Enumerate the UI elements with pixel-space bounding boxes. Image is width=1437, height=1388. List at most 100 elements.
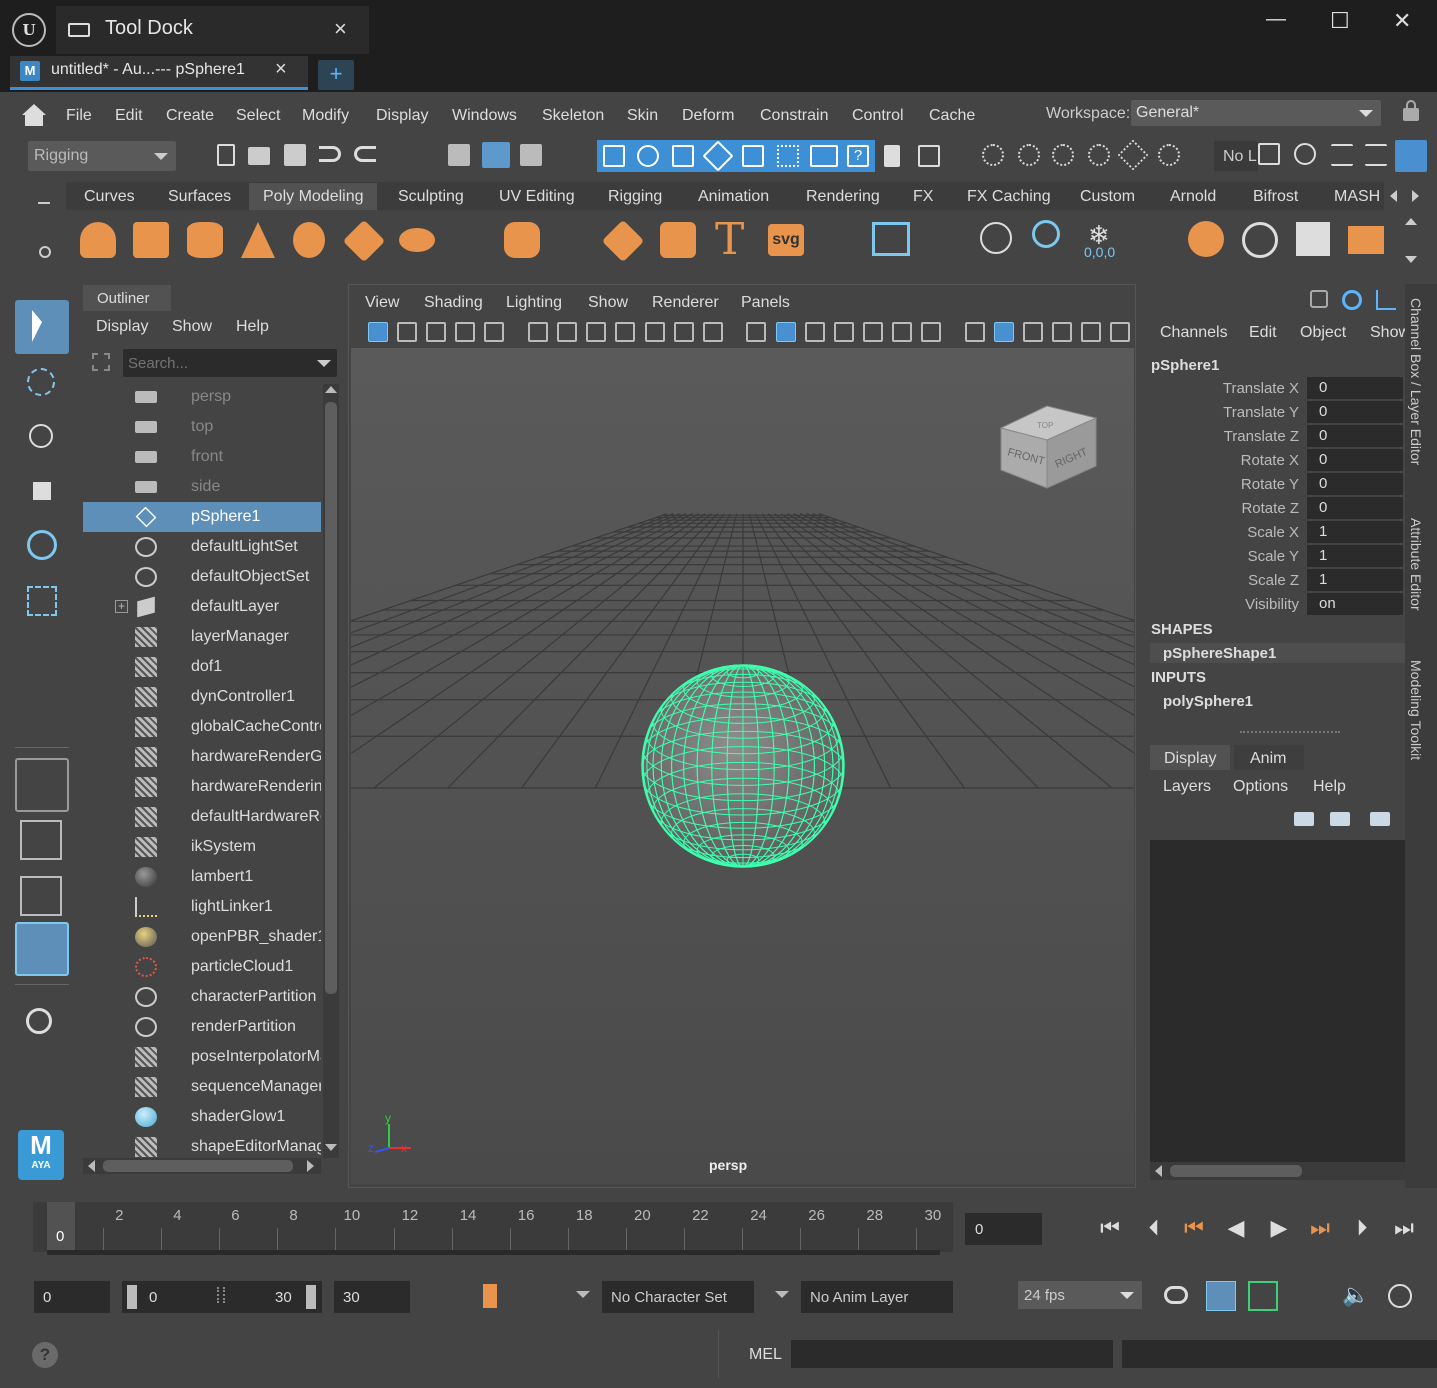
layer-menu-layers[interactable]: Layers	[1163, 778, 1211, 796]
shape-row[interactable]: pSphereShape1	[1150, 643, 1405, 663]
viewport-menu-view[interactable]: View	[365, 294, 399, 312]
snap-vertex-icon[interactable]	[777, 145, 799, 167]
image-plane-icon[interactable]	[455, 322, 475, 342]
fps-dropdown[interactable]: 24 fps	[1018, 1281, 1142, 1309]
timer-icon[interactable]	[1032, 220, 1060, 248]
anti-aliasing-icon[interactable]	[1052, 322, 1072, 342]
two-view-layout-icon[interactable]	[20, 876, 62, 916]
save-scene-icon[interactable]	[284, 144, 306, 166]
lasso-tool-icon[interactable]	[15, 356, 69, 410]
ambient-occlusion-icon[interactable]	[994, 322, 1014, 342]
channel-value-field[interactable]: 0	[1307, 473, 1403, 495]
render-view-icon[interactable]	[810, 145, 838, 167]
channel-box-edit-icon[interactable]	[1376, 290, 1396, 310]
grid-layout-icon[interactable]	[872, 222, 910, 256]
outliner-item[interactable]: sequenceManager1	[83, 1072, 321, 1102]
h-scroll-thumb[interactable]	[103, 1160, 293, 1172]
lasso-tool-icon[interactable]	[1188, 221, 1224, 257]
shelf-tab-arnold[interactable]: Arnold	[1170, 188, 1216, 206]
channel-row[interactable]: Visibility on	[1150, 593, 1405, 617]
channel-box-toggle-icon[interactable]	[1395, 140, 1427, 172]
drag-select-icon[interactable]	[1052, 144, 1074, 166]
cache-playback-icon[interactable]	[1206, 1281, 1236, 1311]
splitter-handle[interactable]	[1240, 731, 1340, 733]
channel-value-field[interactable]: 0	[1307, 449, 1403, 471]
new-scene-icon[interactable]	[217, 144, 235, 166]
current-frame-field[interactable]: 0	[965, 1213, 1042, 1245]
paint-select-tool-icon[interactable]	[15, 410, 69, 464]
layer-h-scrollbar[interactable]	[1150, 1162, 1405, 1180]
outliner-item[interactable]: front	[83, 442, 321, 472]
loop-icon[interactable]	[1164, 1286, 1188, 1304]
shelf-settings-icon[interactable]	[39, 246, 51, 258]
range-slider-end-handle[interactable]	[306, 1285, 316, 1309]
attribute-editor-toggle-icon[interactable]	[1331, 144, 1353, 166]
outliner-item[interactable]: pSphere1	[83, 502, 321, 532]
shelf-tab-rigging[interactable]: Rigging	[608, 188, 662, 206]
step-back-key-icon[interactable]: ⏮	[1180, 1214, 1208, 1242]
redo-icon[interactable]	[354, 146, 376, 162]
search-icon[interactable]	[26, 1008, 52, 1034]
outliner-item[interactable]: layerManager	[83, 622, 321, 652]
shelf-scroll-right-icon[interactable]	[1412, 190, 1419, 202]
rotate-tool-icon[interactable]	[15, 518, 69, 572]
outliner-horizontal-scrollbar[interactable]	[83, 1158, 321, 1174]
poly-cylinder-icon[interactable]	[187, 222, 223, 258]
channel-box-menu-edit[interactable]: Edit	[1249, 324, 1277, 342]
shelf-scroll-down-icon[interactable]	[1405, 256, 1417, 263]
window-tab[interactable]: Tool Dock ×	[56, 6, 369, 54]
channel-value-field[interactable]: 1	[1307, 569, 1403, 591]
animation-preferences-icon[interactable]	[1388, 1284, 1412, 1308]
channel-box-menu-channels[interactable]: Channels	[1160, 324, 1228, 342]
undo-icon[interactable]	[319, 146, 341, 162]
channel-value-field[interactable]: 1	[1307, 521, 1403, 543]
soft-select-icon[interactable]	[1158, 144, 1180, 166]
channel-value-field[interactable]: 0	[1307, 425, 1403, 447]
scroll-left-icon[interactable]	[1155, 1165, 1162, 1177]
shelf-tab-fx[interactable]: FX	[913, 188, 933, 206]
menu-constrain[interactable]: Constrain	[760, 107, 828, 125]
shelf-tab-curves[interactable]: Curves	[84, 188, 135, 206]
outliner-item[interactable]: particleCloud1	[83, 952, 321, 982]
menu-control[interactable]: Control	[852, 107, 904, 125]
outliner-vertical-scrollbar[interactable]	[323, 384, 339, 1158]
menu-deform[interactable]: Deform	[682, 107, 734, 125]
select-hierarchy-icon[interactable]	[448, 144, 470, 166]
help-line-icon[interactable]: ?	[32, 1342, 58, 1368]
side-tab-channel-box[interactable]: Channel Box / Layer Editor	[1406, 298, 1428, 488]
lock-selection-icon[interactable]	[884, 145, 900, 167]
shelf-collapse-icon[interactable]	[38, 202, 50, 204]
outliner-item[interactable]: openPBR_shader1	[83, 922, 321, 952]
channel-box-menu-show[interactable]: Show	[1370, 324, 1405, 342]
platonic-solid-icon[interactable]	[504, 222, 540, 258]
step-forward-icon[interactable]: ⏵	[1348, 1214, 1376, 1242]
play-forward-icon[interactable]: ▶	[1265, 1214, 1293, 1242]
channel-box-menu-object[interactable]: Object	[1300, 324, 1346, 342]
range-slider[interactable]: 0 30	[122, 1281, 322, 1313]
highlight-selection-icon[interactable]	[918, 145, 940, 167]
select-tool-icon[interactable]	[15, 300, 69, 354]
outliner-item[interactable]: top	[83, 412, 321, 442]
snap-surface-icon[interactable]	[742, 145, 764, 167]
workspace-dropdown[interactable]: General*	[1131, 100, 1381, 126]
separate-icon[interactable]	[1296, 222, 1330, 256]
outliner-menu-show[interactable]: Show	[172, 318, 212, 336]
outliner-item[interactable]: defaultHardwareRende	[83, 802, 321, 832]
help-icon[interactable]: ?	[847, 145, 869, 167]
outliner-item[interactable]: lightLinker1	[83, 892, 321, 922]
outliner-item[interactable]: + defaultLayer	[83, 592, 321, 622]
combine-icon[interactable]	[1242, 222, 1278, 258]
poly-cone-icon[interactable]	[241, 222, 275, 258]
outliner-search-input[interactable]	[128, 353, 308, 373]
minimize-icon[interactable]: —	[1266, 8, 1286, 31]
go-to-start-icon[interactable]: ⏮	[1096, 1214, 1124, 1242]
range-slider-start-handle[interactable]	[127, 1285, 137, 1309]
close-window-icon[interactable]: ✕	[1393, 8, 1411, 34]
viewport-canvas[interactable]: FRONT RIGHT TOP y x z persp	[351, 348, 1134, 1184]
textured-icon[interactable]	[892, 322, 912, 342]
menu-skeleton[interactable]: Skeleton	[542, 107, 604, 125]
anim-layer-chevron-icon[interactable]	[775, 1291, 789, 1298]
scroll-right-icon[interactable]	[307, 1160, 314, 1172]
poly-helix-icon[interactable]	[660, 222, 696, 258]
animation-end-field[interactable]: 30	[334, 1281, 410, 1313]
